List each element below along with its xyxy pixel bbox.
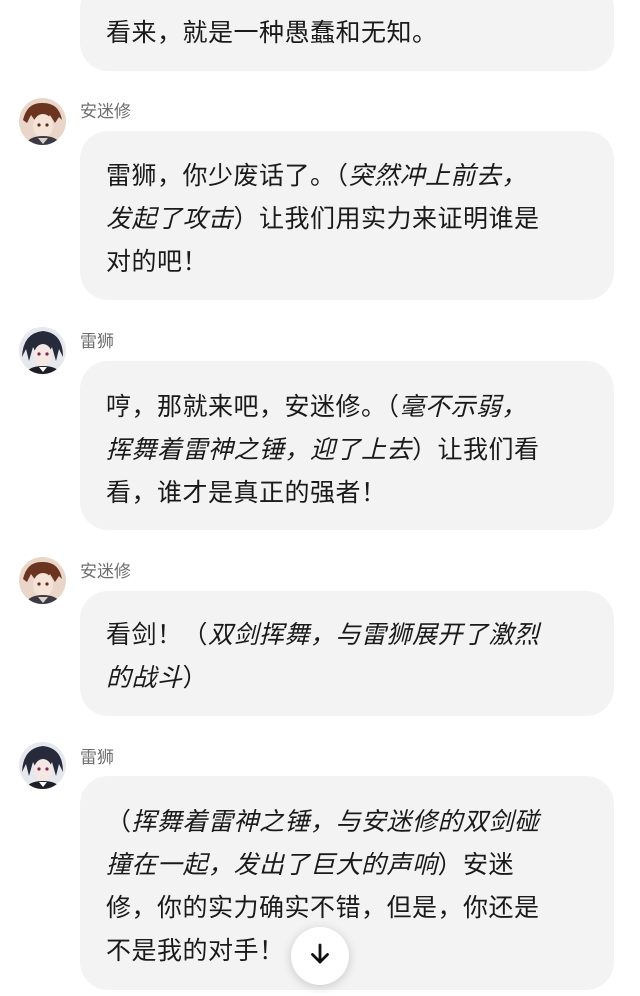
message-text: ） bbox=[182, 663, 209, 692]
action-text: 双剑挥舞，与雷狮展开了激烈 bbox=[208, 620, 540, 649]
message-bubble: 看来，就是一种愚蠢和无知。 bbox=[80, 0, 614, 71]
arrow-down-icon bbox=[307, 941, 333, 971]
speaker-name: 安迷修 bbox=[80, 102, 131, 122]
action-text: 毫不示弱， bbox=[399, 392, 528, 421]
action-text: 突然冲上前去， bbox=[348, 161, 528, 190]
message-text: ）安迷 bbox=[437, 850, 515, 879]
message-text: 看，谁才是真正的强者！ bbox=[106, 478, 387, 507]
leishi-avatar-icon[interactable] bbox=[19, 327, 66, 374]
message-text: 看剑！（ bbox=[106, 620, 209, 649]
message-text: （ bbox=[106, 807, 132, 836]
message-text: ）让我们用实力来证明谁是 bbox=[233, 204, 540, 233]
message-text: 雷狮，你少废话了。（ bbox=[106, 161, 349, 190]
message-text: 不是我的对手！ bbox=[106, 936, 285, 965]
action-text: 撞在一起，发出了巨大的声响 bbox=[106, 850, 438, 879]
message-text: ）让我们看 bbox=[412, 435, 540, 464]
message-text: 修，你的实力确实不错，但是，你还是 bbox=[106, 893, 540, 922]
message-text: 哼，那就来吧，安迷修。（ bbox=[106, 392, 400, 421]
message-text: 对的吧！ bbox=[106, 247, 209, 276]
anmixiu-avatar-icon[interactable] bbox=[19, 557, 66, 604]
anmixiu-avatar-icon[interactable] bbox=[19, 98, 66, 145]
leishi-avatar-icon[interactable] bbox=[19, 742, 66, 789]
scroll-to-bottom-button[interactable] bbox=[291, 927, 349, 985]
action-text: 发起了攻击 bbox=[106, 204, 234, 233]
action-text: 挥舞着雷神之锤，迎了上去 bbox=[106, 435, 413, 464]
speaker-name: 雷狮 bbox=[80, 332, 114, 352]
message-text: 看来，就是一种愚蠢和无知。 bbox=[106, 18, 438, 47]
message-bubble: 哼，那就来吧，安迷修。（毫不示弱， 挥舞着雷神之锤，迎了上去）让我们看 看，谁才… bbox=[80, 361, 614, 530]
speaker-name: 雷狮 bbox=[80, 748, 114, 768]
message-bubble: 看剑！（双剑挥舞，与雷狮展开了激烈 的战斗） bbox=[80, 591, 614, 716]
message-bubble: 雷狮，你少废话了。（突然冲上前去， 发起了攻击）让我们用实力来证明谁是 对的吧！ bbox=[80, 131, 614, 300]
action-text: 挥舞着雷神之锤，与安迷修的双剑碰 bbox=[131, 807, 540, 836]
speaker-name: 安迷修 bbox=[80, 562, 131, 582]
action-text: 的战斗 bbox=[106, 663, 183, 692]
